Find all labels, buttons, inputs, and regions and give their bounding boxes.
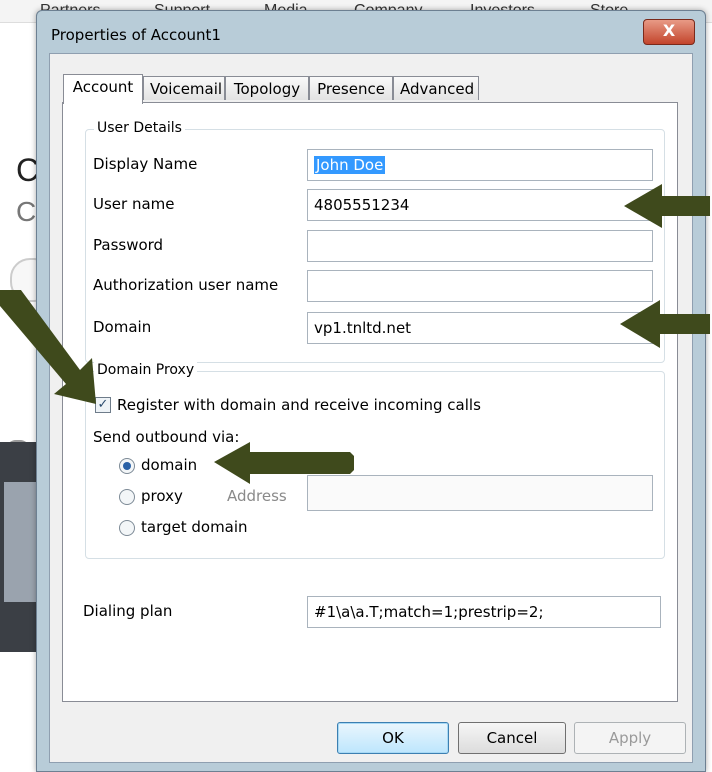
- display-name-label: Display Name: [93, 155, 198, 173]
- user-details-title: User Details: [94, 120, 185, 136]
- tab-voicemail[interactable]: Voicemail: [143, 76, 225, 100]
- user-name-field[interactable]: 4805551234: [307, 189, 653, 221]
- tab-topology[interactable]: Topology: [225, 76, 309, 100]
- tab-account[interactable]: Account: [63, 74, 143, 104]
- dialing-plan-label: Dialing plan: [83, 602, 173, 620]
- radio-proxy[interactable]: [119, 489, 135, 505]
- radio-target-domain[interactable]: [119, 520, 135, 536]
- dialog-title: Properties of Account1: [51, 26, 221, 44]
- display-name-value: John Doe: [314, 156, 386, 174]
- radio-proxy-label: proxy: [141, 487, 183, 505]
- address-field[interactable]: [307, 475, 653, 511]
- arrow-domain-radio-icon: [214, 442, 354, 484]
- properties-dialog: Properties of Account1 X Account Voicema…: [36, 10, 706, 772]
- tab-advanced[interactable]: Advanced: [393, 76, 479, 100]
- domain-field[interactable]: vp1.tnltd.net: [307, 312, 653, 344]
- dialing-plan-field[interactable]: #1\a\a.T;match=1;prestrip=2;: [307, 596, 661, 628]
- arrow-domain-icon: [620, 300, 710, 348]
- auth-user-field[interactable]: [307, 270, 653, 302]
- apply-button[interactable]: Apply: [574, 722, 686, 754]
- user-name-label: User name: [93, 195, 175, 213]
- dialog-client: Account Voicemail Topology Presence Adva…: [49, 53, 693, 763]
- background-subheading-letter: C: [16, 196, 37, 227]
- password-label: Password: [93, 236, 164, 254]
- ok-button[interactable]: OK: [337, 722, 449, 754]
- close-button[interactable]: X: [643, 19, 695, 45]
- auth-user-label: Authorization user name: [93, 276, 279, 294]
- display-name-field[interactable]: John Doe: [307, 149, 653, 181]
- register-label: Register with domain and receive incomin…: [117, 396, 481, 414]
- radio-target-domain-label: target domain: [141, 518, 248, 536]
- radio-domain[interactable]: [119, 458, 135, 474]
- radio-domain-label: domain: [141, 456, 198, 474]
- cancel-button[interactable]: Cancel: [458, 722, 566, 754]
- password-field[interactable]: [307, 230, 653, 262]
- arrow-register-checkbox-icon: [0, 290, 96, 404]
- account-panel: User Details Display Name John Doe User …: [62, 102, 678, 702]
- title-bar[interactable]: Properties of Account1 X: [37, 11, 705, 53]
- arrow-user-name-icon: [624, 184, 710, 228]
- tab-presence[interactable]: Presence: [309, 76, 393, 100]
